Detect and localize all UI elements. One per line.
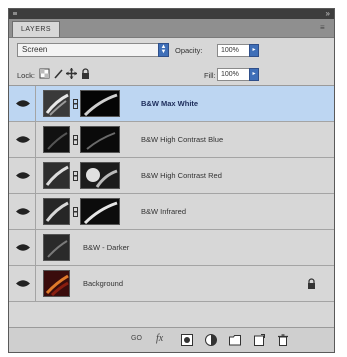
lock-image-pixels-icon[interactable] — [53, 68, 64, 79]
layer-thumbnail[interactable] — [43, 234, 70, 261]
lock-transparent-pixels-icon[interactable] — [39, 68, 50, 79]
layer-name[interactable]: B&W - Darker — [83, 243, 129, 252]
adjustment-layer-icon[interactable] — [205, 334, 217, 346]
layer-row[interactable]: B&W Max White — [9, 86, 334, 122]
layers-bottom-toolbar: GO fx — [9, 327, 334, 352]
eye-separator — [35, 86, 36, 121]
layer-name[interactable]: B&W High Contrast Blue — [141, 135, 223, 144]
lock-all-icon[interactable] — [80, 68, 91, 79]
layer-row[interactable]: B&W High Contrast Red — [9, 158, 334, 194]
fx-layer-style-button[interactable]: fx — [156, 333, 163, 344]
visibility-eye-icon[interactable] — [16, 207, 30, 216]
lock-row: Lock: Fill: 100% ▸ — [9, 65, 334, 86]
add-mask-icon[interactable] — [181, 334, 193, 346]
layer-mask-thumbnail[interactable] — [80, 126, 120, 153]
blend-mode-select[interactable]: Screen ▲ ▼ — [17, 43, 169, 57]
layer-thumbnail[interactable] — [43, 126, 70, 153]
collapse-icon[interactable]: » — [326, 10, 330, 18]
new-layer-icon[interactable] — [253, 334, 265, 346]
eye-separator — [35, 230, 36, 265]
tab-layers[interactable]: LAYERS — [12, 21, 61, 37]
chain-link-icon[interactable] — [73, 135, 78, 145]
layer-mask-thumbnail[interactable] — [80, 90, 120, 117]
fill-value: 100% — [221, 71, 239, 78]
visibility-eye-icon[interactable] — [16, 135, 30, 144]
opacity-field[interactable]: 100% ▸ — [217, 44, 259, 57]
new-group-folder-icon[interactable] — [229, 334, 241, 346]
visibility-eye-icon[interactable] — [16, 243, 30, 252]
visibility-eye-icon[interactable] — [16, 99, 30, 108]
layer-mask-thumbnail[interactable] — [80, 198, 120, 225]
eye-separator — [35, 122, 36, 157]
select-arrows-icon: ▲ ▼ — [158, 43, 169, 57]
layer-name[interactable]: B&W Max White — [141, 99, 198, 108]
panel-grip-icon[interactable] — [13, 12, 17, 15]
opacity-label: Opacity: — [175, 46, 203, 55]
lock-label: Lock: — [17, 71, 35, 80]
layer-thumbnail[interactable] — [43, 198, 70, 225]
layer-name[interactable]: B&W High Contrast Red — [141, 171, 222, 180]
layer-mask-thumbnail[interactable] — [80, 162, 120, 189]
layer-row[interactable]: B&W Infrared — [9, 194, 334, 230]
visibility-eye-icon[interactable] — [16, 279, 30, 288]
panel-title-bar[interactable]: » — [9, 9, 334, 19]
opacity-dropdown-icon[interactable]: ▸ — [249, 44, 259, 57]
layer-row[interactable]: Background — [9, 266, 334, 302]
layer-row[interactable]: B&W High Contrast Blue — [9, 122, 334, 158]
layer-thumbnail[interactable] — [43, 90, 70, 117]
tab-row: LAYERS ≡ — [9, 19, 334, 38]
blend-mode-value: Screen — [22, 45, 48, 54]
layer-name[interactable]: Background — [83, 279, 123, 288]
layer-thumbnail[interactable] — [43, 162, 70, 189]
opacity-value: 100% — [221, 47, 239, 54]
layer-name[interactable]: B&W Infrared — [141, 207, 186, 216]
fill-label: Fill: — [204, 71, 216, 80]
fill-dropdown-icon[interactable]: ▸ — [249, 68, 259, 81]
chain-link-icon[interactable] — [73, 99, 78, 109]
lock-position-icon[interactable] — [66, 68, 77, 79]
panel-menu-icon[interactable]: ≡ — [320, 24, 330, 32]
layer-row[interactable]: B&W - Darker — [9, 230, 334, 266]
delete-layer-trash-icon[interactable] — [277, 334, 289, 346]
link-layers-button[interactable]: GO — [131, 335, 142, 342]
eye-separator — [35, 266, 36, 301]
layers-panel: » LAYERS ≡ Screen ▲ ▼ Opacity: 100% ▸ Loc… — [8, 8, 335, 353]
eye-separator — [35, 158, 36, 193]
layer-thumbnail[interactable] — [43, 270, 70, 297]
chain-link-icon[interactable] — [73, 207, 78, 217]
chain-link-icon[interactable] — [73, 171, 78, 181]
background-lock-icon — [308, 278, 315, 289]
visibility-eye-icon[interactable] — [16, 171, 30, 180]
eye-separator — [35, 194, 36, 229]
fill-field[interactable]: 100% ▸ — [217, 68, 259, 81]
